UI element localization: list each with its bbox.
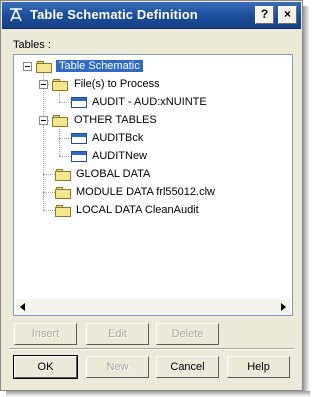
delete-button[interactable]: Delete xyxy=(156,323,219,345)
app-icon xyxy=(10,8,22,22)
window-shadow xyxy=(6,391,310,397)
folder-icon xyxy=(52,115,68,127)
table-icon xyxy=(71,97,87,108)
table-icon xyxy=(71,133,87,144)
tree-line xyxy=(43,192,55,194)
table-icon xyxy=(71,151,87,162)
folder-icon xyxy=(55,169,71,181)
separator xyxy=(9,348,294,350)
tree-line xyxy=(59,129,61,156)
collapse-toggle[interactable] xyxy=(39,116,48,125)
scroll-left-icon[interactable] xyxy=(15,299,31,315)
collapse-toggle[interactable] xyxy=(23,62,32,71)
tree-line xyxy=(43,210,55,212)
dialog-window: Table Schematic Definition ? × Tables : … xyxy=(0,0,303,391)
scroll-right-icon[interactable] xyxy=(275,299,291,315)
window-shadow xyxy=(303,6,310,397)
insert-button[interactable]: Insert xyxy=(14,323,77,345)
tree-line xyxy=(59,138,71,140)
collapse-toggle[interactable] xyxy=(39,80,48,89)
tree-line xyxy=(43,174,55,176)
help-button[interactable]: Help xyxy=(227,356,290,378)
tables-label: Tables : xyxy=(13,39,51,51)
tree-line xyxy=(43,73,45,210)
title-bar[interactable]: Table Schematic Definition ? × xyxy=(2,2,301,29)
folder-icon xyxy=(55,205,71,217)
folder-icon xyxy=(55,187,71,199)
cancel-button[interactable]: Cancel xyxy=(156,356,219,378)
close-button[interactable]: × xyxy=(278,6,297,24)
tree-line xyxy=(59,102,71,104)
folder-icon xyxy=(52,79,68,91)
folder-icon xyxy=(36,61,52,73)
window-title: Table Schematic Definition xyxy=(30,7,198,22)
ok-button[interactable]: OK xyxy=(13,355,78,379)
tree-line xyxy=(59,156,71,158)
schematic-tree[interactable]: Table Schematic File(s) to Process AUDIT… xyxy=(13,54,293,316)
help-title-button[interactable]: ? xyxy=(255,6,274,24)
new-button[interactable]: New xyxy=(86,356,149,378)
edit-button[interactable]: Edit xyxy=(86,323,149,345)
horizontal-scrollbar[interactable] xyxy=(15,299,291,315)
tree-line xyxy=(59,93,61,102)
